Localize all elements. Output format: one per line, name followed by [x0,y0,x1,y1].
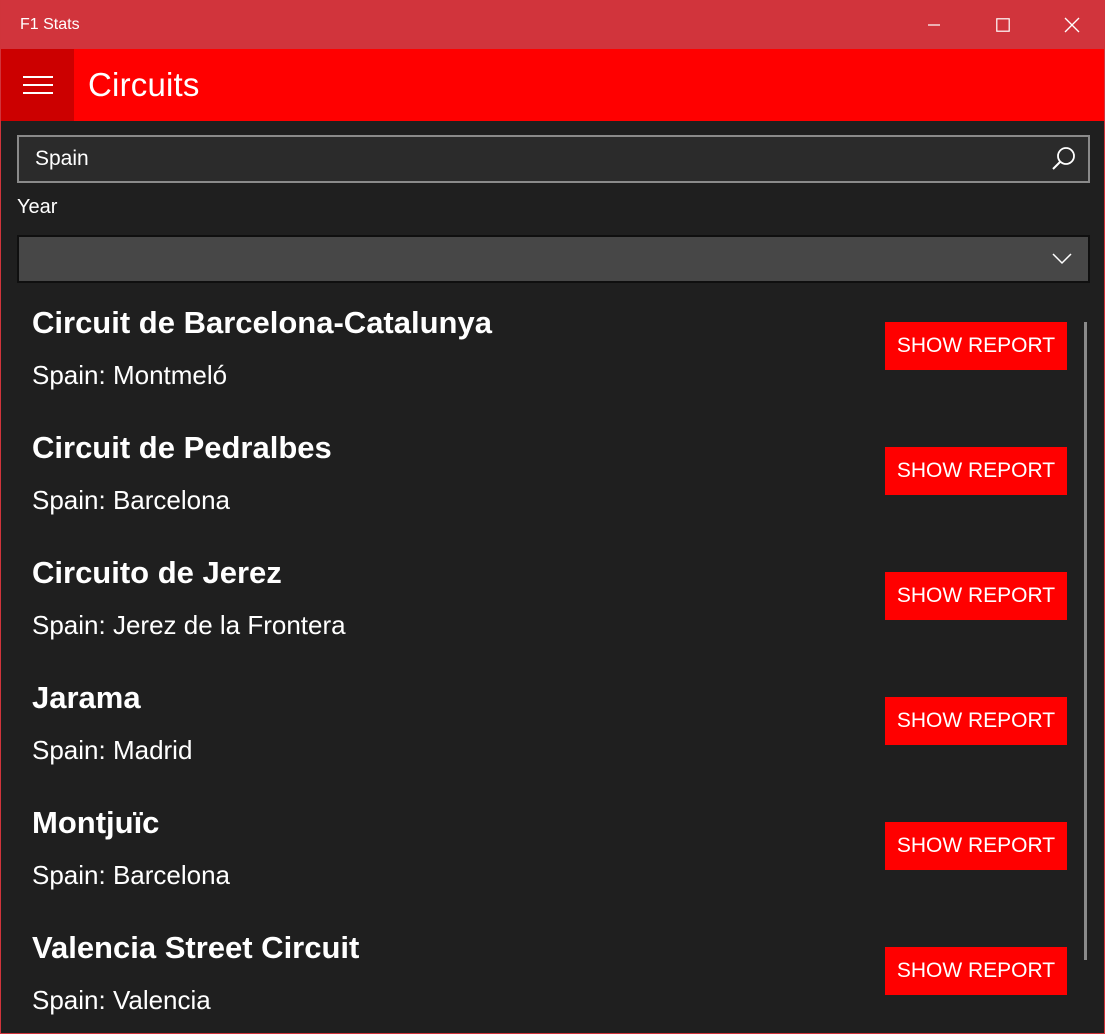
circuit-location: Spain: Valencia [32,985,211,1015]
chevron-down-icon [1052,253,1072,265]
list-item[interactable]: Circuit de Pedralbes Spain: Barcelona SH… [1,410,1081,535]
circuit-location: Spain: Barcelona [32,860,231,890]
close-button[interactable] [1037,0,1104,49]
maximize-button[interactable] [968,0,1037,49]
app-title: F1 Stats [20,15,80,33]
list-item[interactable]: Valencia Street Circuit Spain: Valencia … [1,910,1081,1033]
show-report-button[interactable]: SHOW REPORT [885,822,1067,870]
circuit-name: Circuit de Barcelona-Catalunya [32,305,492,340]
window-controls [899,0,1104,49]
search-box [17,135,1090,183]
minimize-button[interactable] [899,0,968,49]
circuit-name: Valencia Street Circuit [32,930,360,965]
circuit-location: Spain: Montmeló [32,360,228,390]
circuit-name: Jarama [32,680,141,715]
circuit-location: Spain: Jerez de la Frontera [32,610,346,640]
show-report-button[interactable]: SHOW REPORT [885,947,1067,995]
minimize-icon [927,23,940,26]
show-report-button[interactable]: SHOW REPORT [885,447,1067,495]
show-report-button[interactable]: SHOW REPORT [885,572,1067,620]
circuit-name: Montjuïc [32,805,160,840]
circuit-location: Spain: Madrid [32,735,193,765]
app-window: F1 Stats Circuits Spain Year Circuit de … [0,0,1105,1034]
show-report-button[interactable]: SHOW REPORT [885,322,1067,370]
search-button[interactable] [1044,137,1084,181]
list-item[interactable]: Circuit de Barcelona-Catalunya Spain: Mo… [1,285,1081,410]
title-bar[interactable]: F1 Stats [1,0,1104,49]
search-input[interactable] [19,136,1044,182]
list-item[interactable]: Circuito de Jerez Spain: Jerez de la Fro… [1,535,1081,660]
menu-button[interactable] [1,49,74,121]
list-item[interactable]: Jarama Spain: Madrid SHOW REPORT [1,660,1081,785]
app-header: Circuits [1,49,1104,121]
circuit-name: Circuito de Jerez [32,555,282,590]
list-item[interactable]: Montjuïc Spain: Barcelona SHOW REPORT [1,785,1081,910]
close-icon [1064,17,1079,32]
year-dropdown[interactable] [17,235,1090,283]
show-report-button[interactable]: SHOW REPORT [885,697,1067,745]
maximize-icon [995,17,1010,32]
circuit-list[interactable]: Circuit de Barcelona-Catalunya Spain: Mo… [1,285,1081,1033]
hamburger-icon [22,76,53,94]
page-title: Circuits [88,66,200,103]
circuit-name: Circuit de Pedralbes [32,430,332,465]
year-label: Year [17,196,58,218]
year-dropdown-toggle[interactable] [1042,237,1082,281]
list-scrollbar[interactable] [1084,322,1087,960]
search-icon [1052,147,1075,170]
circuit-location: Spain: Barcelona [32,485,231,515]
